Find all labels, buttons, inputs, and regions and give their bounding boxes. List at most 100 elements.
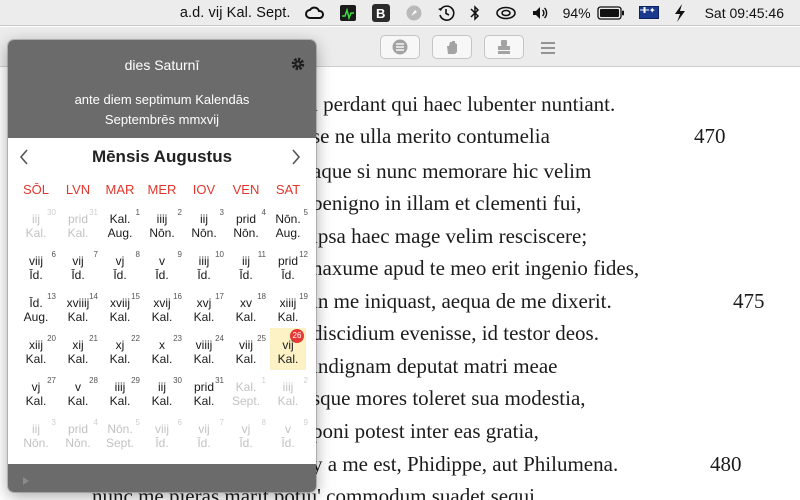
calendar-day[interactable]: 1 Kal. Sept.	[228, 370, 266, 412]
calendar-day[interactable]: 10 iiij Īd.	[186, 244, 224, 286]
volume-icon[interactable]	[531, 0, 549, 26]
line-number: 480	[710, 452, 742, 476]
calendar-day[interactable]: 23 x Kal.	[144, 328, 182, 370]
calendar-day[interactable]: 29 iiij Kal.	[102, 370, 140, 412]
roman-reference-day: Kal.	[109, 310, 131, 324]
roman-reference-day: Aug.	[275, 226, 301, 240]
roman-day-count: viij	[29, 254, 43, 268]
text-line: poni potest inter eas gratia,	[312, 419, 539, 443]
weekday-header: SŌL	[22, 182, 49, 197]
calendar-day[interactable]: 7 vij Īd.	[60, 244, 98, 286]
calendar-day[interactable]: 25 viij Kal.	[228, 328, 266, 370]
roman-reference-day: Kal.	[277, 394, 299, 408]
calendar-day[interactable]: 3 iij Nōn.	[18, 412, 56, 454]
roman-reference-day: Nōn.	[233, 226, 259, 240]
roman-day-count: iij	[242, 254, 250, 268]
calendar-day[interactable]: 4 prid Nōn.	[60, 412, 98, 454]
weekday-header: IOV	[192, 182, 216, 197]
roman-day-count: iij	[32, 422, 40, 436]
calendar-day[interactable]: 15 xviij Kal.	[102, 286, 140, 328]
roman-reference-day: Kal.	[151, 310, 173, 324]
roman-reference-day: Īd.	[281, 436, 295, 450]
calendar-day[interactable]: 9 v Īd.	[144, 244, 182, 286]
roman-day-count: xvj	[196, 296, 212, 310]
calendar-day[interactable]: 6 viij Īd.	[18, 244, 56, 286]
calendar-day[interactable]: 6 viij Īd.	[144, 412, 182, 454]
compass-icon[interactable]	[405, 0, 423, 26]
calendar-day[interactable]: 2 iiij Kal.	[270, 370, 308, 412]
activity-monitor-icon[interactable]	[339, 0, 357, 26]
calendar-day[interactable]: 14 xviiij Kal.	[60, 286, 98, 328]
menu-bar-clock[interactable]: Sat 09:45:46	[705, 0, 784, 26]
calendar-day[interactable]: 21 xij Kal.	[60, 328, 98, 370]
calendar-day[interactable]: 8 vj Īd.	[102, 244, 140, 286]
roman-reference-day: Kal.	[25, 226, 47, 240]
line-number: 475	[733, 289, 765, 313]
calendar-day[interactable]: 5 Nōn. Aug.	[270, 202, 308, 244]
calendar-day[interactable]: 30 iij Kal.	[144, 370, 182, 412]
calendar-day[interactable]: 4 prid Nōn.	[228, 202, 266, 244]
calendar-day[interactable]: 11 iij Īd.	[228, 244, 266, 286]
calendar-day[interactable]: 19 xiiij Kal.	[270, 286, 308, 328]
roman-reference-day: Īd.	[239, 268, 253, 282]
calendar-day[interactable]: 30 iij Kal.	[18, 202, 56, 244]
calendar-day[interactable]: 22 xj Kal.	[102, 328, 140, 370]
roman-reference-day: Īd.	[155, 436, 169, 450]
calendar-day[interactable]: 9 v Īd.	[270, 412, 308, 454]
hand-icon	[447, 41, 457, 54]
calendar-day[interactable]: 13 Īd. Aug.	[18, 286, 56, 328]
text-line: ipsa haec mage velim resciscere;	[312, 224, 588, 248]
calendar-day[interactable]: 27 vj Kal.	[18, 370, 56, 412]
bolt-icon[interactable]	[673, 0, 687, 26]
roman-reference-day: Kal.	[277, 352, 299, 366]
toolbar-button-1[interactable]	[380, 35, 420, 59]
next-month-button[interactable]	[286, 146, 306, 168]
calendar-day[interactable]: 31 prid Kal.	[186, 370, 224, 412]
roman-day-count: vj	[115, 254, 125, 268]
roman-reference-day: Kal.	[235, 352, 257, 366]
wifi-icon[interactable]	[495, 0, 517, 26]
roman-day-count: xv	[240, 296, 252, 310]
calendar-day[interactable]: 1 Kal. Aug.	[102, 202, 140, 244]
roman-reference-day: Kal.	[151, 394, 173, 408]
roman-day-count: iij	[200, 212, 208, 226]
roman-reference-day: Sept.	[105, 436, 135, 450]
roman-day-count: v	[159, 254, 165, 268]
menu-bar: a.d. vij Kal. Sept. B 94% Sat 09:45:46	[0, 0, 800, 26]
b-app-icon[interactable]: B	[371, 0, 391, 26]
calendar-day-today[interactable]: 26 vij Kal.	[270, 328, 306, 370]
calendar-day[interactable]: 28 v Kal.	[60, 370, 98, 412]
roman-day-count: vj	[241, 422, 251, 436]
battery-icon[interactable]	[596, 0, 625, 26]
creative-cloud-icon[interactable]	[304, 0, 325, 26]
toolbar-button-3[interactable]	[484, 35, 524, 59]
calendar-day[interactable]: 17 xvj Kal.	[186, 286, 224, 328]
roman-day-count: xiiij	[279, 296, 297, 310]
roman-day-count: vij	[282, 338, 294, 352]
calendar-day[interactable]: 8 vj Īd.	[228, 412, 266, 454]
weekday-header: SAT	[275, 182, 301, 197]
calendar-day[interactable]: 31 prid Kal.	[60, 202, 98, 244]
roman-reference-day: Nōn.	[65, 436, 91, 450]
calendar-day[interactable]: 24 viiij Kal.	[186, 328, 224, 370]
calendar-day[interactable]: 18 xv Kal.	[228, 286, 266, 328]
list-icon[interactable]	[540, 41, 556, 59]
roman-day-count: vij	[198, 422, 210, 436]
roman-reference-day: Kal.	[109, 352, 131, 366]
calendar-day[interactable]: 2 iiij Nōn.	[144, 202, 182, 244]
calendar-day[interactable]: 7 vij Īd.	[186, 412, 224, 454]
bluetooth-icon[interactable]	[469, 0, 481, 26]
calendar-day[interactable]: 3 iij Nōn.	[186, 202, 224, 244]
input-source-menu[interactable]	[638, 0, 659, 26]
calendar-day[interactable]: 16 xvij Kal.	[144, 286, 182, 328]
toolbar-button-2[interactable]	[432, 35, 472, 59]
gear-icon[interactable]	[290, 56, 306, 77]
play-icon[interactable]	[22, 473, 30, 491]
full-date-line1: ante diem septimum Kalendās	[74, 92, 250, 107]
calendar-day[interactable]: 5 Nōn. Sept.	[102, 412, 140, 454]
roman-date-menu-item[interactable]: a.d. vij Kal. Sept.	[180, 0, 291, 26]
calendar-day[interactable]: 12 prid Īd.	[270, 244, 308, 286]
month-navigation: Mēnsis Augustus	[8, 140, 316, 174]
time-machine-icon[interactable]	[437, 0, 455, 26]
calendar-day[interactable]: 20 xiij Kal.	[18, 328, 56, 370]
